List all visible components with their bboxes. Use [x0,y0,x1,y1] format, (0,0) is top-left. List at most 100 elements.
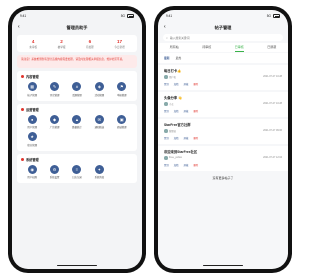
pin-button[interactable]: 置顶 [164,136,169,140]
author-name: 小王 [169,103,174,106]
tile-label: 用户权限 [27,176,37,179]
user-icon: ● [27,114,37,124]
post-item[interactable]: 每日打卡👍 用户名 2021-07-27 10:28 置顶 加精 屏蔽 删除 [158,65,288,90]
tile-log-records[interactable]: ≡ 日志记录 [66,164,88,179]
log-icon: ≡ [72,164,82,174]
section-content-management: 内容管理 ▦ 帖子管理 ✎ 评论管理 # 话题管理 ◈ 活动管理 ⚑ 举报管理 [17,71,137,101]
post-author: Free_yellow [164,156,182,160]
post-author: 小王 [164,102,174,106]
post-time: 2021-07-27 12:04 [263,156,282,159]
tile-notify-push[interactable]: ✉ 通知推送 [88,114,110,129]
tile-label: 通知推送 [94,126,105,129]
points-icon: ★ [27,132,37,141]
avatar [164,129,168,133]
feature-button[interactable]: 加精 [174,82,179,86]
post-icon: ▦ [27,82,37,91]
alert-banner[interactable]: 请注意！系统检测到有部分违规内容需要处理，请及时处理相关举报信息，维护社区环境。 [17,55,137,68]
block-button[interactable]: 屏蔽 [184,109,189,113]
feature-button[interactable]: 加精 [174,109,179,113]
pin-button[interactable]: 置顶 [164,82,169,86]
feature-button[interactable]: 加精 [174,136,179,140]
status-indicators: 5G [267,14,280,18]
tile-activity-management[interactable]: ◈ 活动管理 [88,82,110,97]
tile-points-management[interactable]: ★ 积分管理 [21,132,43,147]
search-bar[interactable]: ⌕ [163,34,283,41]
tab-pending[interactable]: 待审核 [202,45,211,52]
block-button[interactable]: 屏蔽 [184,163,189,167]
section-system-management: 系统管理 ◉ 用户权限 ⚙ 系统设置 ≡ 日志记录 ✦ 系统消息 [17,153,137,183]
home-indicator [57,264,97,266]
tile-data-stats[interactable]: ▲ 数据统计 [66,114,88,129]
stat-value: 17 [116,39,123,44]
post-item[interactable]: StarFree官方社群 管理员 2021-07-27 09:06 置顶 加精 … [158,119,288,144]
tile-post-management[interactable]: ▦ 帖子管理 [21,82,43,97]
block-button[interactable]: 屏蔽 [184,136,189,140]
stat-label: 待处理 [85,46,94,49]
stat-reported[interactable]: 2 被举报 [58,39,66,49]
status-time: 9:41 [20,14,27,18]
delete-button[interactable]: 删除 [193,136,198,140]
tile-user-permission[interactable]: ◉ 用户权限 [21,164,43,179]
avatar [164,102,168,106]
section-title-text: 系统管理 [26,157,39,162]
tile-ad-management[interactable]: ◆ 广告管理 [43,114,65,129]
post-actions: 置顶 加精 屏蔽 删除 [164,163,282,167]
block-button[interactable]: 屏蔽 [184,82,189,86]
delete-button[interactable]: 删除 [193,82,198,86]
feature-button[interactable]: 加精 [174,163,179,167]
tile-store-management[interactable]: ▣ 商城管理 [111,114,133,129]
stage: 9:41 5G ‹ 管理员助手 4 未审核 2 被举报 6 待处理 17 今日新… [0,0,300,279]
sort-latest[interactable]: 最新 [164,56,170,60]
settings-icon: ⚙ [50,164,60,174]
tile-grid: ▦ 帖子管理 ✎ 评论管理 # 话题管理 ◈ 活动管理 ⚑ 举报管理 [21,82,133,97]
tile-user-management[interactable]: ● 用户管理 [21,114,43,129]
back-arrow-icon[interactable]: ‹ [18,24,20,30]
page-title: 管理员助手 [66,24,88,30]
stat-new-today[interactable]: 17 今日新增 [114,39,124,49]
section-operations-management: 运营管理 ● 用户管理 ◆ 广告管理 ▲ 数据统计 ✉ 通知推送 ▣ 商城管理 ★ 积分管理 [17,103,137,151]
tile-label: 积分管理 [27,143,37,147]
tile-report-management[interactable]: ⚑ 举报管理 [111,82,133,97]
sort-hottest[interactable]: 最热 [176,56,182,60]
search-input[interactable] [169,35,280,40]
topic-icon: # [72,82,82,91]
pin-button[interactable]: 置顶 [164,163,169,167]
post-actions: 置顶 加精 屏蔽 删除 [164,82,282,86]
post-title: 欢迎来到StarFree社区 [164,150,198,154]
post-actions: 置顶 加精 屏蔽 删除 [164,109,282,113]
phone-frame-right: 9:41 5G ‹ 帖子管理 ⌕ 所有帖 待审核 已审核 已屏蔽 [154,6,292,273]
stats-panel: 4 未审核 2 被举报 6 待处理 17 今日新增 [17,35,137,52]
pin-button[interactable]: 置顶 [164,109,169,113]
tile-topic-management[interactable]: # 话题管理 [66,82,88,97]
status-indicators: 5G [121,14,134,18]
section-dot-icon [21,107,24,111]
stat-pending[interactable]: 6 待处理 [86,39,94,49]
post-item[interactable]: 欢迎来到StarFree社区 Free_yellow 2021-07-27 12… [158,146,288,171]
delete-button[interactable]: 删除 [193,163,198,167]
section-title-text: 运营管理 [26,107,39,112]
delete-button[interactable]: 删除 [193,109,198,113]
tab-reviewed[interactable]: 已审核 [234,45,244,52]
post-meta: 小王 2021-07-27 10:28 [164,102,282,106]
section-dot-icon [21,75,24,78]
tile-comment-management[interactable]: ✎ 评论管理 [43,82,65,97]
post-title: StarFree官方社群 [164,123,191,127]
tab-blocked[interactable]: 已屏蔽 [267,45,276,52]
tile-system-settings[interactable]: ⚙ 系统设置 [43,164,65,179]
stat-unreviewed[interactable]: 4 未审核 [29,39,37,49]
post-time: 2021-07-27 10:28 [263,75,282,78]
tile-label: 系统消息 [94,176,105,179]
post-author: 用户名 [164,75,176,79]
ad-icon: ◆ [50,114,60,124]
sort-tabs: 最新 最热 [158,53,288,63]
avatar [164,75,168,79]
tile-label: 用户管理 [27,126,37,129]
tile-system-messages[interactable]: ✦ 系统消息 [88,164,110,179]
status-time: 9:41 [166,14,173,18]
post-item[interactable]: 头像分享 👋 小王 2021-07-27 10:28 置顶 加精 屏蔽 删除 [158,92,288,117]
tile-label: 话题管理 [72,93,82,97]
home-indicator [203,264,243,266]
tab-all[interactable]: 所有帖 [170,45,179,52]
report-icon: ⚑ [117,82,127,91]
back-arrow-icon[interactable]: ‹ [164,24,166,30]
